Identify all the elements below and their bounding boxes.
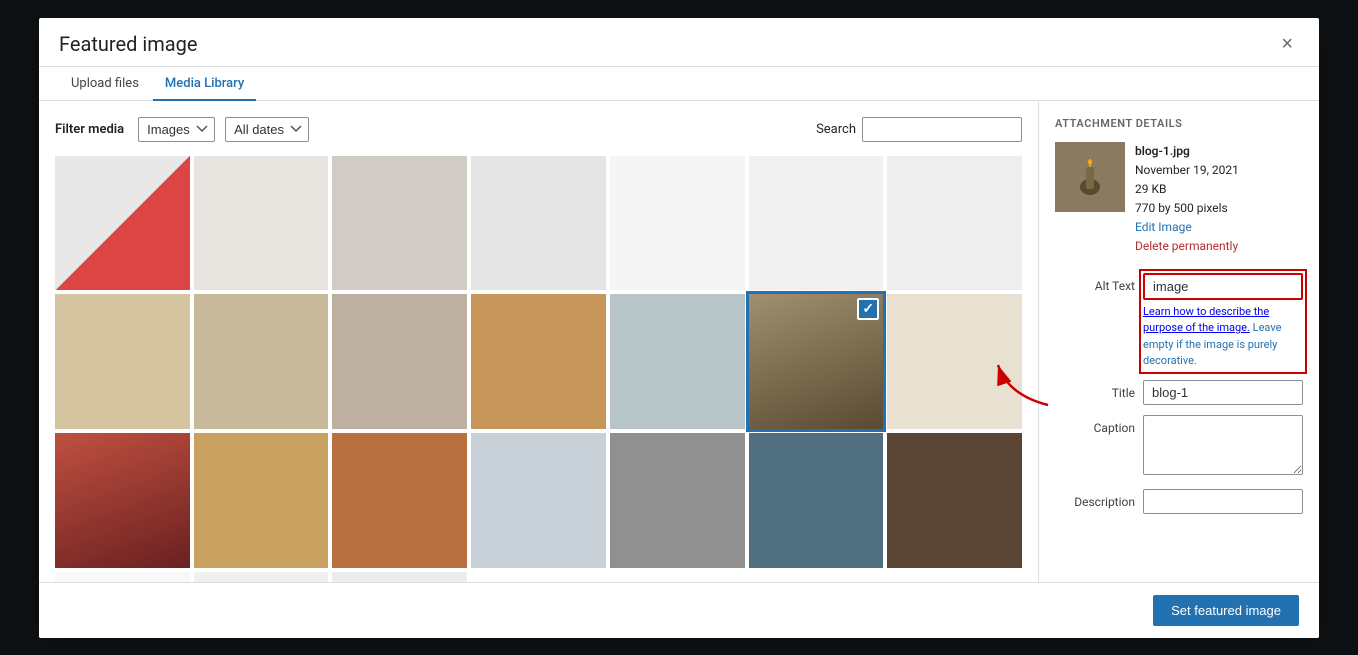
attachment-meta: blog-1.jpg November 19, 2021 29 KB 770 b…: [1135, 142, 1239, 257]
modal-header: Featured image ×: [39, 18, 1319, 67]
modal-title: Featured image: [59, 32, 197, 56]
filter-media-label: Filter media: [55, 122, 124, 137]
media-item[interactable]: [887, 294, 1022, 429]
media-item[interactable]: [471, 156, 606, 291]
delete-permanently-link[interactable]: Delete permanently: [1135, 237, 1239, 256]
alt-text-label: Alt Text: [1055, 273, 1135, 293]
media-item[interactable]: [471, 433, 606, 568]
candle-thumb-icon: [1065, 152, 1115, 202]
media-item[interactable]: [55, 294, 190, 429]
media-item[interactable]: [749, 433, 884, 568]
media-item[interactable]: [471, 294, 606, 429]
tab-upload[interactable]: Upload files: [59, 68, 151, 101]
title-field-row: Title: [1055, 380, 1303, 405]
media-item[interactable]: [55, 156, 190, 291]
media-item[interactable]: [610, 433, 745, 568]
title-input-wrap: [1143, 380, 1303, 405]
modal-body: Filter media Images All dates Search: [39, 101, 1319, 582]
media-item[interactable]: [887, 433, 1022, 568]
media-item[interactable]: [332, 294, 467, 429]
description-input[interactable]: [1143, 489, 1303, 514]
attachment-dimensions: 770 by 500 pixels: [1135, 199, 1239, 218]
modal-overlay: Featured image × Upload files Media Libr…: [0, 0, 1358, 655]
filter-date-select[interactable]: All dates: [225, 117, 309, 142]
media-item[interactable]: [194, 156, 329, 291]
media-item[interactable]: [194, 433, 329, 568]
alt-text-field-row: Alt Text Learn how to describe the purpo…: [1055, 273, 1303, 370]
media-item[interactable]: [887, 156, 1022, 291]
title-label: Title: [1055, 380, 1135, 400]
tab-media-library[interactable]: Media Library: [153, 68, 256, 101]
search-label: Search: [816, 122, 856, 137]
media-panel: Filter media Images All dates Search: [39, 101, 1039, 582]
alt-text-learn-link[interactable]: Learn how to describe the purpose of the…: [1143, 305, 1269, 335]
media-item[interactable]: RE-LOA: [194, 572, 329, 582]
media-item[interactable]: [332, 156, 467, 291]
caption-input-wrap: [1143, 415, 1303, 479]
modal-footer: Set featured image: [39, 582, 1319, 638]
media-item[interactable]: [749, 156, 884, 291]
title-input[interactable]: [1143, 380, 1303, 405]
filter-type-select[interactable]: Images: [138, 117, 215, 142]
media-item[interactable]: [55, 572, 190, 582]
alt-text-hint: Learn how to describe the purpose of the…: [1143, 304, 1303, 370]
search-container: Search: [816, 117, 1022, 142]
alt-text-input-wrap: Learn how to describe the purpose of the…: [1143, 273, 1303, 370]
media-item[interactable]: [610, 294, 745, 429]
attachment-thumbnail: [1055, 142, 1125, 212]
attachment-details-heading: ATTACHMENT DETAILS: [1055, 117, 1303, 130]
alt-text-input[interactable]: [1143, 273, 1303, 300]
search-input[interactable]: [862, 117, 1022, 142]
media-grid: ✓: [55, 156, 1022, 582]
description-field-row: Description: [1055, 489, 1303, 514]
attachment-info: blog-1.jpg November 19, 2021 29 KB 770 b…: [1055, 142, 1303, 257]
caption-label: Caption: [1055, 415, 1135, 435]
modal-tabs: Upload files Media Library: [39, 67, 1319, 101]
media-item-selected[interactable]: ✓: [749, 294, 884, 429]
media-item[interactable]: [332, 433, 467, 568]
set-featured-image-button[interactable]: Set featured image: [1153, 595, 1299, 626]
media-item[interactable]: RE-LOA: [332, 572, 467, 582]
media-item[interactable]: [610, 156, 745, 291]
attachment-filesize: 29 KB: [1135, 180, 1239, 199]
media-item[interactable]: [55, 433, 190, 568]
filter-bar: Filter media Images All dates Search: [55, 117, 1022, 142]
description-input-wrap: [1143, 489, 1303, 514]
details-panel: ATTACHMENT DETAILS blo: [1039, 101, 1319, 582]
caption-textarea[interactable]: [1143, 415, 1303, 475]
modal-close-button[interactable]: ×: [1275, 32, 1299, 56]
attachment-date: November 19, 2021: [1135, 161, 1239, 180]
media-grid-wrapper: ✓: [55, 156, 1022, 582]
edit-image-link[interactable]: Edit Image: [1135, 218, 1239, 237]
selected-check-icon: ✓: [857, 298, 879, 320]
media-item[interactable]: [194, 294, 329, 429]
caption-field-row: Caption: [1055, 415, 1303, 479]
attachment-filename: blog-1.jpg: [1135, 142, 1239, 161]
description-label: Description: [1055, 489, 1135, 509]
featured-image-modal: Featured image × Upload files Media Libr…: [39, 18, 1319, 638]
